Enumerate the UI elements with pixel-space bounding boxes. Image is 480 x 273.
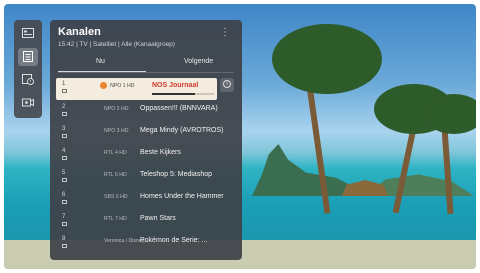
background-hut xyxy=(342,180,388,196)
channel-number: 2 xyxy=(62,104,66,110)
channel-type-icon xyxy=(62,200,67,204)
info-button[interactable]: i xyxy=(220,78,234,92)
channel-row[interactable]: 8 Veronica / Disney... Pokémon de Serie:… xyxy=(56,233,236,255)
channel-number: 1 xyxy=(62,81,66,87)
channel-row[interactable]: 6 SBS 6 HD Homes Under the Hammer xyxy=(56,189,236,211)
channels-panel: Kanalen 15:42 | TV | Satelliet | Alle (K… xyxy=(50,20,242,260)
panel-title: Kanalen xyxy=(58,26,101,38)
channel-type-icon xyxy=(62,89,67,93)
program-title: Beste Kijkers xyxy=(140,149,181,156)
channel-type-icon xyxy=(62,112,67,116)
channel-row[interactable]: 1 NPO 1 HD NOS Journaal xyxy=(56,78,217,100)
tab-now[interactable]: Nu xyxy=(96,58,105,65)
program-title: Mega Mindy (AVROTROS) xyxy=(140,127,224,134)
channel-row[interactable]: 7 RTL 7 HD Pawn Stars xyxy=(56,211,236,233)
channel-type-icon xyxy=(62,134,67,138)
program-title: Teleshop 5: Mediashop xyxy=(140,171,212,178)
program-title: Pokémon de Serie: ... xyxy=(140,237,208,244)
channel-name: NPO 1 HD xyxy=(110,83,135,89)
program-title: Pawn Stars xyxy=(140,215,176,222)
channel-type-icon xyxy=(62,178,67,182)
channel-list-button[interactable] xyxy=(18,48,38,66)
info-icon: i xyxy=(223,80,231,88)
channel-type-icon xyxy=(62,244,67,248)
tv-guide-button[interactable] xyxy=(18,25,38,43)
more-options-icon[interactable]: ⋮ xyxy=(220,27,230,38)
channel-list-icon xyxy=(23,51,33,62)
palm-leaves xyxy=(424,94,476,134)
tab-bar: Nu Volgende xyxy=(58,58,234,73)
channel-row[interactable]: 2 NPO 2 HD Oppassen!!! (BNNVARA) xyxy=(56,101,236,123)
palm-leaves xyxy=(272,24,382,94)
channel-number: 5 xyxy=(62,170,66,176)
recordings-button[interactable] xyxy=(18,94,38,112)
side-menu xyxy=(14,20,42,118)
channel-number: 8 xyxy=(62,236,66,242)
tab-divider xyxy=(58,72,234,73)
channel-type-icon xyxy=(62,156,67,160)
channel-row[interactable]: 4 RTL 4 HD Beste Kijkers xyxy=(56,145,236,167)
program-title: NOS Journaal xyxy=(152,82,199,89)
tab-next[interactable]: Volgende xyxy=(184,58,213,65)
panel-subtitle: 15:42 | TV | Satelliet | Alle (Kanaalgro… xyxy=(58,41,175,48)
channel-number: 4 xyxy=(62,148,66,154)
program-progress xyxy=(152,93,214,95)
program-progress-fill xyxy=(152,93,196,95)
program-title: Homes Under the Hammer xyxy=(140,193,224,200)
recordings-icon xyxy=(22,98,34,107)
tv-guide-icon xyxy=(22,28,34,38)
channel-number: 7 xyxy=(62,214,66,220)
channel-number: 6 xyxy=(62,192,66,198)
channel-number: 3 xyxy=(62,126,66,132)
program-title: Oppassen!!! (BNNVARA) xyxy=(140,105,218,112)
channel-type-icon xyxy=(62,222,67,226)
now-playing-icon xyxy=(100,82,107,89)
schedule-icon xyxy=(22,74,34,85)
channel-row[interactable]: 5 RTL 5 HD Teleshop 5: Mediashop xyxy=(56,167,236,189)
channel-row[interactable]: 3 NPO 3 HD Mega Mindy (AVROTROS) xyxy=(56,123,236,145)
active-tab-indicator xyxy=(58,71,146,72)
schedule-button[interactable] xyxy=(18,71,38,89)
